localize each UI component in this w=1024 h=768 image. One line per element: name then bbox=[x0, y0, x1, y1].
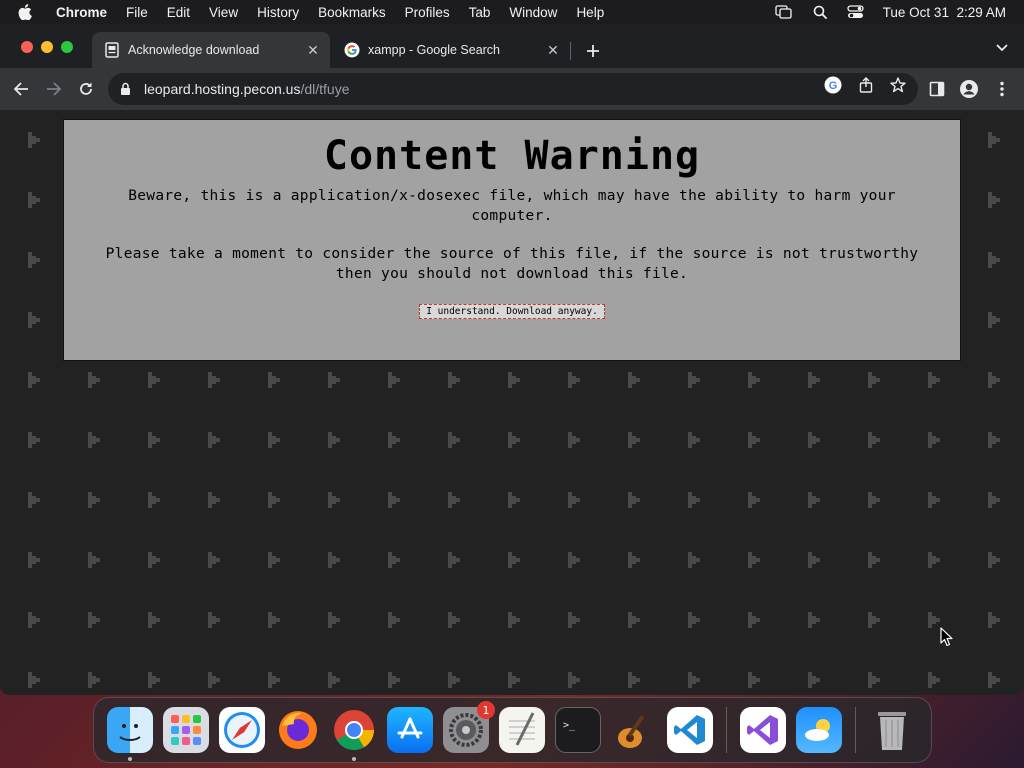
weather-icon[interactable] bbox=[796, 707, 842, 753]
dock: 1 >_ bbox=[93, 697, 932, 763]
close-window-button[interactable] bbox=[21, 41, 33, 53]
menu-bar: Chrome File Edit View History Bookmarks … bbox=[0, 0, 1024, 24]
url-path: /dl/tfuye bbox=[300, 81, 350, 97]
menu-window[interactable]: Window bbox=[509, 5, 557, 20]
side-panel-icon[interactable] bbox=[927, 79, 947, 99]
running-indicator bbox=[352, 757, 356, 761]
bookmark-star-icon[interactable] bbox=[889, 76, 907, 94]
tab-search-chevron-icon[interactable] bbox=[992, 38, 1012, 58]
textedit-icon[interactable] bbox=[499, 707, 545, 753]
control-center-icon[interactable] bbox=[847, 4, 865, 20]
tab-title: xampp - Google Search bbox=[368, 43, 501, 57]
running-indicator bbox=[128, 757, 132, 761]
forward-button[interactable] bbox=[42, 77, 66, 101]
page-title: Content Warning bbox=[323, 133, 701, 179]
address-bar[interactable]: leopard.hosting.pecon.us/dl/tfuye bbox=[108, 73, 918, 105]
terminal-icon[interactable]: >_ bbox=[555, 707, 601, 753]
menu-tab[interactable]: Tab bbox=[469, 5, 491, 20]
close-tab-icon[interactable]: ✕ bbox=[542, 39, 564, 61]
screen-mirroring-icon[interactable] bbox=[775, 4, 793, 20]
system-settings-icon[interactable]: 1 bbox=[443, 701, 495, 753]
browser-toolbar: leopard.hosting.pecon.us/dl/tfuye G bbox=[0, 68, 1024, 110]
safari-icon[interactable] bbox=[219, 707, 265, 753]
tab-acknowledge-download[interactable]: Acknowledge download ✕ bbox=[92, 32, 330, 68]
page-viewport: Content Warning Beware, this is a applic… bbox=[0, 110, 1024, 695]
new-tab-button[interactable] bbox=[580, 38, 606, 64]
menu-profiles[interactable]: Profiles bbox=[405, 5, 450, 20]
menu-view[interactable]: View bbox=[209, 5, 238, 20]
content-warning-panel: Content Warning Beware, this is a applic… bbox=[63, 119, 961, 361]
tab-strip: Acknowledge download ✕ xampp - Google Se… bbox=[0, 24, 1024, 68]
google-icon bbox=[344, 42, 360, 58]
menu-history[interactable]: History bbox=[257, 5, 299, 20]
lock-icon[interactable] bbox=[120, 81, 134, 97]
spotlight-search-icon[interactable] bbox=[811, 4, 829, 20]
url-host: leopard.hosting.pecon.us bbox=[144, 81, 301, 97]
menu-help[interactable]: Help bbox=[576, 5, 604, 20]
share-icon[interactable] bbox=[857, 76, 875, 94]
tab-title: Acknowledge download bbox=[128, 43, 260, 57]
tab-separator bbox=[570, 42, 571, 60]
google-lens-icon[interactable]: G bbox=[824, 76, 842, 94]
firefox-icon[interactable] bbox=[275, 707, 321, 753]
profile-avatar-icon[interactable] bbox=[959, 79, 979, 99]
menu-file[interactable]: File bbox=[126, 5, 148, 20]
apple-icon[interactable] bbox=[18, 4, 42, 20]
launchpad-icon[interactable] bbox=[163, 707, 209, 753]
menu-edit[interactable]: Edit bbox=[167, 5, 190, 20]
visual-studio-icon[interactable] bbox=[740, 707, 786, 753]
chrome-menu-icon[interactable] bbox=[992, 79, 1012, 99]
tab-google-search[interactable]: xampp - Google Search ✕ bbox=[332, 32, 570, 68]
menubar-clock[interactable]: Tue Oct 31 2:29 AM bbox=[883, 5, 1006, 20]
browser-window: Acknowledge download ✕ xampp - Google Se… bbox=[0, 24, 1024, 695]
zoom-window-button[interactable] bbox=[61, 41, 73, 53]
warning-paragraph-filetype: Beware, this is a application/x-dosexec … bbox=[128, 188, 896, 224]
minimize-window-button[interactable] bbox=[41, 41, 53, 53]
finder-icon[interactable] bbox=[107, 707, 153, 761]
close-tab-icon[interactable]: ✕ bbox=[302, 39, 324, 61]
menu-bookmarks[interactable]: Bookmarks bbox=[318, 5, 386, 20]
visual-studio-code-icon[interactable] bbox=[667, 707, 713, 753]
back-button[interactable] bbox=[9, 77, 33, 101]
app-store-icon[interactable] bbox=[387, 707, 433, 753]
svg-text:G: G bbox=[829, 80, 838, 92]
garageband-icon[interactable] bbox=[611, 707, 657, 753]
menu-app-name[interactable]: Chrome bbox=[56, 5, 107, 20]
svg-text:>_: >_ bbox=[563, 720, 576, 731]
notification-badge: 1 bbox=[477, 701, 495, 719]
dock-separator bbox=[726, 707, 727, 753]
trash-icon[interactable] bbox=[869, 707, 915, 753]
mouse-pointer-icon bbox=[940, 627, 953, 647]
warning-paragraph-source: Please take a moment to consider the sou… bbox=[105, 246, 919, 282]
google-chrome-icon[interactable] bbox=[331, 707, 377, 761]
download-anyway-button[interactable]: I understand. Download anyway. bbox=[419, 304, 605, 319]
document-icon bbox=[104, 42, 120, 58]
reload-button[interactable] bbox=[74, 77, 98, 101]
dock-separator bbox=[855, 707, 856, 753]
